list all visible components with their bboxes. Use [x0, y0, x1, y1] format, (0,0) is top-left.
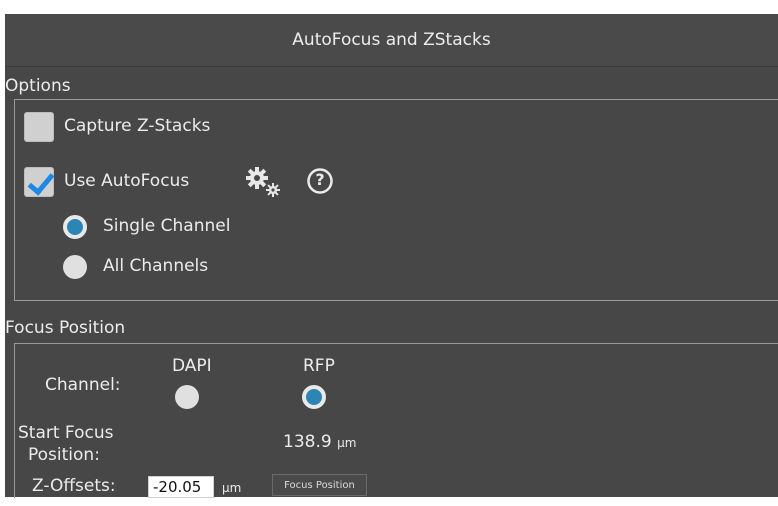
all-channels-radio[interactable] [63, 255, 87, 279]
focus-position-group-box [14, 343, 778, 498]
channel-rfp-label: RFP [303, 356, 335, 376]
capture-zstacks-label[interactable]: Capture Z-Stacks [64, 116, 210, 136]
help-symbol: ? [315, 170, 325, 189]
use-autofocus-label[interactable]: Use AutoFocus [64, 171, 189, 191]
start-focus-position-label: Start Focus Position: [18, 422, 113, 466]
panel-title-text: AutoFocus and ZStacks [292, 30, 491, 50]
start-focus-unit: µm [337, 436, 357, 450]
z-offsets-unit: µm [222, 481, 242, 495]
use-autofocus-checkbox[interactable] [24, 167, 54, 197]
all-channels-label[interactable]: All Channels [103, 256, 208, 276]
focus-position-button[interactable]: Focus Position [272, 474, 367, 496]
channel-dapi-label: DAPI [172, 356, 212, 376]
z-offsets-label: Z-Offsets: [32, 476, 116, 496]
capture-zstacks-checkbox[interactable] [24, 112, 54, 142]
gears-icon[interactable] [244, 165, 284, 199]
start-focus-label-line1: Start Focus [18, 423, 114, 443]
options-section-label: Options [5, 76, 71, 96]
panel-title: AutoFocus and ZStacks [5, 14, 778, 67]
channel-label: Channel: [45, 375, 121, 395]
z-offsets-input[interactable] [148, 476, 214, 498]
help-icon[interactable]: ? [306, 167, 334, 195]
channel-rfp-radio[interactable] [302, 385, 326, 409]
focus-position-section-label: Focus Position [5, 318, 126, 338]
single-channel-radio[interactable] [63, 215, 87, 239]
bottom-margin [0, 497, 778, 506]
focus-position-button-label: Focus Position [284, 479, 355, 491]
start-focus-label-line2: Position: [28, 445, 100, 465]
channel-dapi-radio[interactable] [175, 385, 199, 409]
start-focus-number: 138.9 [283, 432, 332, 452]
start-focus-value: 138.9 µm [283, 432, 356, 452]
top-margin [0, 0, 778, 14]
single-channel-label[interactable]: Single Channel [103, 216, 230, 236]
